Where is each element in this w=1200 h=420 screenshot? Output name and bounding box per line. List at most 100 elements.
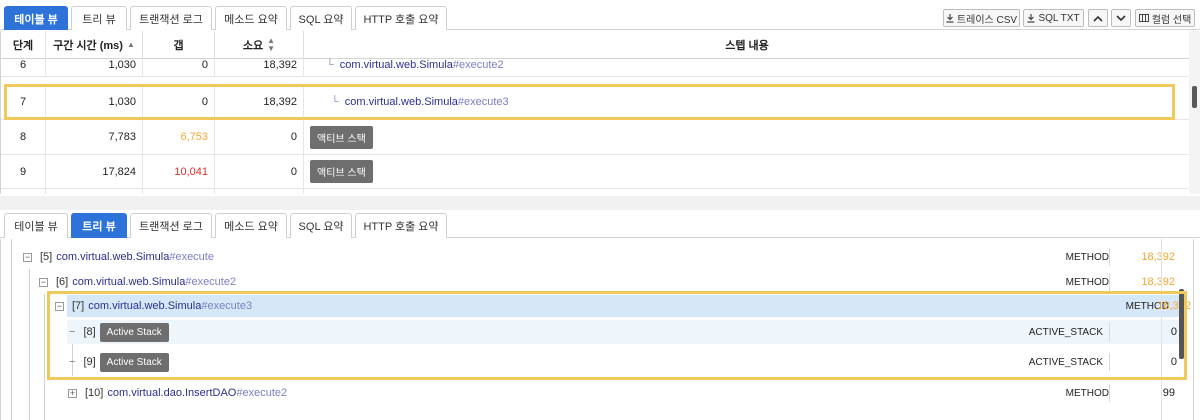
tab-http-summary[interactable]: HTTP 호출 요약 bbox=[355, 213, 447, 238]
tab-sql-summary[interactable]: SQL 요약 bbox=[290, 6, 352, 30]
empty-cell bbox=[143, 189, 215, 194]
column-separator bbox=[1109, 384, 1110, 402]
node-value: 0 bbox=[1170, 326, 1177, 338]
col-time-header[interactable]: 구간 시간 (ms) ▲ bbox=[46, 31, 143, 59]
tab-transaction-log[interactable]: 트랜잭션 로그 bbox=[130, 213, 212, 238]
tree-node: − [5] com.virtual.web.Simula #execute bbox=[23, 245, 214, 269]
col-content-label: 스텝 내용 bbox=[725, 40, 769, 52]
active-stack-badge[interactable]: 액티브 스택 bbox=[310, 160, 373, 183]
right-border-line bbox=[1161, 239, 1162, 420]
call-tree: − [5] com.virtual.web.Simula #execute MET… bbox=[0, 239, 1200, 420]
tab-http-summary[interactable]: HTTP 호출 요약 bbox=[355, 6, 447, 30]
download-icon bbox=[946, 13, 954, 23]
time-cell: 7,783 bbox=[46, 120, 143, 154]
elapsed-cell: 18,392 bbox=[215, 59, 304, 76]
collapse-icon[interactable]: − bbox=[23, 252, 32, 262]
table-row[interactable]: 8 7,783 6,753 0 액티브 스택 bbox=[1, 120, 1189, 155]
method-name: #execute3 bbox=[457, 95, 509, 108]
expand-icon[interactable]: + bbox=[68, 388, 77, 398]
column-select-button[interactable]: 컬럼 선택 bbox=[1135, 9, 1195, 27]
col-step-header[interactable]: 단계 bbox=[1, 31, 46, 59]
active-stack-badge[interactable]: 액티브 스택 bbox=[310, 125, 373, 149]
node-type: ACTIVE_STACK bbox=[1028, 326, 1103, 338]
table-row bbox=[1, 189, 1189, 194]
top-tab-bar: 테이블 뷰 트리 뷰 트랜잭션 로그 메소드 요약 SQL 요약 HTTP 호출… bbox=[0, 0, 1200, 30]
active-stack-badge[interactable]: Active Stack bbox=[99, 352, 169, 372]
tab-tree-view[interactable]: 트리 뷰 bbox=[71, 6, 127, 30]
tab-method-summary[interactable]: 메소드 요약 bbox=[215, 6, 287, 30]
table-row[interactable]: 9 17,824 10,041 0 액티브 스택 bbox=[1, 155, 1189, 189]
node-type: METHOD bbox=[1065, 387, 1109, 399]
bottom-tab-bar: 테이블 뷰 트리 뷰 트랜잭션 로그 메소드 요약 SQL 요약 HTTP 호출… bbox=[0, 210, 1200, 238]
method-name: #execute3 bbox=[201, 300, 253, 312]
tab-table-view[interactable]: 테이블 뷰 bbox=[4, 6, 68, 30]
table-header: 단계 구간 시간 (ms) ▲ 갭 소요 ▲ ▼ 스텝 내용 bbox=[1, 31, 1189, 59]
scrollbar-thumb[interactable] bbox=[1179, 289, 1184, 359]
elapsed-cell: 0 bbox=[215, 155, 304, 188]
tree-node: − [9] Active Stack bbox=[69, 350, 169, 374]
tab-method-summary[interactable]: 메소드 요약 bbox=[215, 213, 287, 238]
tree-row[interactable]: − [8] Active Stack ACTIVE_STACK 0 bbox=[67, 320, 1179, 344]
tree-node: − [8] Active Stack bbox=[69, 320, 169, 344]
tab-transaction-log[interactable]: 트랜잭션 로그 bbox=[130, 6, 212, 30]
node-value: 0 bbox=[1170, 356, 1177, 368]
tree-node: − [6] com.virtual.web.Simula #execute2 bbox=[39, 270, 236, 294]
node-index: [7] bbox=[72, 300, 85, 312]
col-gap-header[interactable]: 갭 bbox=[143, 31, 215, 59]
method-name: #execute bbox=[169, 251, 214, 263]
scroll-up-button[interactable] bbox=[1088, 9, 1108, 27]
step-cell: 9 bbox=[1, 155, 46, 188]
sort-both-icon: ▲ ▼ bbox=[267, 36, 276, 53]
tree-node: − [7] com.virtual.web.Simula #execute3 bbox=[55, 295, 252, 317]
scrollbar-thumb[interactable] bbox=[1192, 86, 1197, 108]
collapse-icon[interactable]: − bbox=[55, 301, 64, 311]
node-value: 18,392 bbox=[1157, 300, 1191, 312]
col-step-label: 단계 bbox=[12, 40, 34, 52]
active-stack-badge[interactable]: Active Stack bbox=[99, 322, 169, 342]
column-select-label: 컬럼 선택 bbox=[1151, 14, 1192, 26]
tree-row[interactable]: − [6] com.virtual.web.Simula #execute2 ME… bbox=[1, 270, 1189, 294]
tree-row-selected[interactable]: − [7] com.virtual.web.Simula #execute3 ME… bbox=[55, 295, 1191, 317]
tree-row[interactable]: + [10] com.virtual.dao.InsertDAO #execute… bbox=[1, 381, 1189, 405]
gap-cell: 10,041 bbox=[143, 155, 215, 188]
chevron-up-icon bbox=[1093, 15, 1103, 22]
trace-csv-button[interactable]: 트레이스 CSV bbox=[943, 9, 1020, 27]
class-name: com.virtual.web.Simula bbox=[344, 95, 458, 108]
tree-branch-icon: − bbox=[69, 326, 76, 338]
column-separator bbox=[1109, 323, 1110, 341]
node-type: ACTIVE_STACK bbox=[1028, 356, 1103, 368]
trace-csv-label: 트레이스 CSV bbox=[956, 14, 1018, 26]
table-scrollbar[interactable] bbox=[1189, 31, 1200, 194]
tab-table-view[interactable]: 테이블 뷰 bbox=[4, 213, 68, 238]
column-separator bbox=[1109, 353, 1110, 371]
empty-cell bbox=[215, 189, 304, 194]
columns-icon bbox=[1138, 14, 1149, 22]
tree-branch-icon: − bbox=[69, 356, 76, 368]
gap-cell: 0 bbox=[143, 84, 215, 119]
class-name: com.virtual.web.Simula bbox=[88, 300, 202, 312]
content-cell: └ com.virtual.web.Simula #execute3 bbox=[304, 84, 1189, 119]
col-elapsed-header[interactable]: 소요 ▲ ▼ bbox=[215, 31, 304, 59]
sql-txt-label: SQL TXT bbox=[1038, 12, 1080, 24]
collapse-icon[interactable]: − bbox=[39, 277, 48, 287]
col-content-header[interactable]: 스텝 내용 bbox=[304, 31, 1189, 59]
scroll-down-button[interactable] bbox=[1111, 9, 1131, 27]
elapsed-cell: 18,392 bbox=[215, 84, 304, 119]
gap-cell: 6,753 bbox=[143, 120, 215, 154]
table-row[interactable]: 6 1,030 0 18,392 └ com.virtual.web.Simul… bbox=[1, 59, 1189, 77]
content-cell: 액티브 스택 bbox=[304, 155, 1189, 188]
col-time-label: 구간 시간 (ms) bbox=[53, 40, 123, 52]
tree-row[interactable]: − [5] com.virtual.web.Simula #execute MET… bbox=[1, 245, 1189, 269]
node-index: [5] bbox=[40, 251, 53, 263]
sql-txt-button[interactable]: SQL TXT bbox=[1023, 9, 1084, 27]
tab-sql-summary[interactable]: SQL 요약 bbox=[290, 213, 352, 238]
node-value: 99 bbox=[1162, 387, 1175, 399]
tab-tree-view[interactable]: 트리 뷰 bbox=[71, 213, 127, 238]
table-row-selected[interactable]: 7 1,030 0 18,392 └ com.virtual.web.Simul… bbox=[1, 84, 1189, 120]
panel-border bbox=[1193, 239, 1194, 420]
time-cell: 1,030 bbox=[46, 84, 143, 119]
tree-row[interactable]: − [9] Active Stack ACTIVE_STACK 0 bbox=[67, 350, 1179, 374]
tree-scrollbar[interactable] bbox=[1179, 279, 1185, 359]
col-gap-label: 갭 bbox=[173, 40, 184, 52]
node-index: [10] bbox=[85, 387, 104, 399]
